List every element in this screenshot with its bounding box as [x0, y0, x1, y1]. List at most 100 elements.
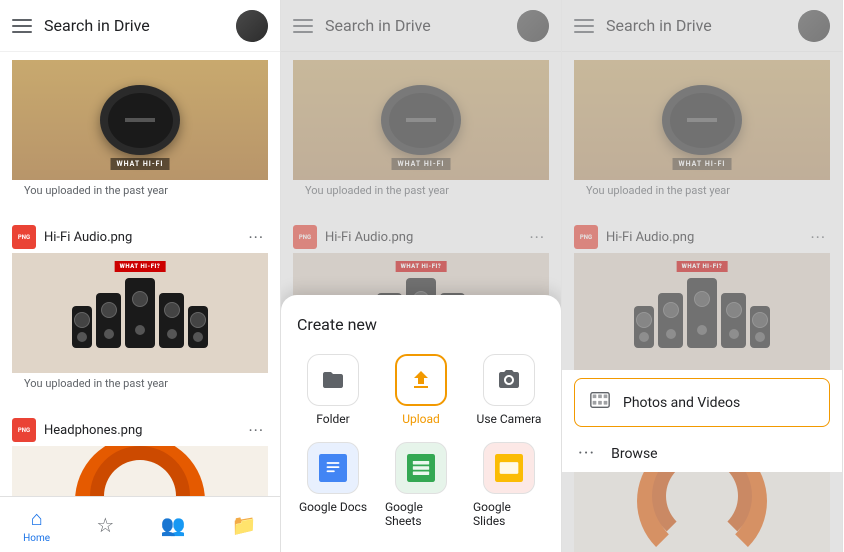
file-meta-hifiaudio-mid: PNG Hi-Fi Audio.png ··· — [293, 217, 549, 253]
speakers-right — [634, 278, 770, 348]
create-folder[interactable]: Folder — [297, 354, 369, 426]
avatar-right[interactable] — [798, 10, 830, 42]
file-card-headphones: PNG Headphones.png ··· + — [0, 402, 280, 496]
file-card-hifiaudio: PNG Hi-Fi Audio.png ··· WHAT HI-FI? — [0, 209, 280, 402]
folder-icon — [321, 368, 345, 392]
file-name-headphones: Headphones.png — [44, 423, 244, 438]
bottom-nav-left: ⌂ Home ☆ 👥 📁 — [0, 496, 280, 552]
avatar[interactable] — [236, 10, 268, 42]
slides-icon-wrap — [483, 442, 535, 494]
cone — [164, 302, 180, 318]
menu-icon-mid[interactable] — [293, 19, 313, 33]
create-camera[interactable]: Use Camera — [473, 354, 545, 426]
cone — [101, 302, 117, 318]
nav-shared[interactable]: 👥 — [153, 509, 194, 541]
create-upload-label: Upload — [402, 412, 440, 426]
browse-label: Browse — [611, 446, 657, 462]
camera-icon — [497, 368, 521, 392]
hifiaudio-caption: You uploaded in the past year — [12, 373, 268, 398]
cone-sm — [104, 329, 114, 339]
slides-icon — [495, 454, 523, 482]
thumb-whathifi-mid: WHAT HI-FI — [293, 60, 549, 180]
browse-dots-icon: ··· — [578, 443, 595, 464]
sheets-icon — [407, 454, 435, 482]
more-menu-hifiaudio-mid[interactable]: ··· — [525, 226, 549, 249]
speakers — [72, 278, 208, 348]
cone-sm — [193, 332, 203, 342]
cone — [190, 312, 206, 328]
panel-middle: Search in Drive WHAT HI-FI You uploaded … — [281, 0, 562, 552]
what-hifi-banner-right: WHAT HI-FI? — [677, 261, 728, 272]
file-name-hifiaudio-right: Hi-Fi Audio.png — [606, 230, 806, 245]
create-camera-label: Use Camera — [477, 412, 542, 426]
hifi-device-right — [662, 85, 742, 155]
speaker-2 — [96, 293, 121, 348]
search-title-right: Search in Drive — [606, 16, 798, 35]
speaker-5 — [188, 306, 208, 348]
create-new-title: Create new — [297, 315, 545, 334]
cone-sm — [77, 332, 87, 342]
file-icon-hifiaudio-mid: PNG — [293, 225, 317, 249]
menu-icon[interactable] — [12, 19, 32, 33]
thumb-hifiaudio-right: WHAT HI-FI? — [574, 253, 830, 373]
header-middle: Search in Drive — [281, 0, 561, 52]
file-card-whathifi-mid: WHAT HI-FI You uploaded in the past year — [281, 52, 561, 209]
home-label: Home — [23, 533, 50, 544]
folder-icon-wrap — [307, 354, 359, 406]
more-menu-headphones[interactable]: ··· — [244, 419, 268, 442]
panel-left: Search in Drive WHAT HI-FI You uploaded … — [0, 0, 281, 552]
speaker-1 — [72, 306, 92, 348]
file-card-whathifi-right: WHAT HI-FI You uploaded in the past year — [562, 52, 842, 209]
hifi-label-right: WHAT HI-FI — [673, 158, 732, 170]
search-title-mid: Search in Drive — [325, 16, 517, 35]
create-slides-label: Google Slides — [473, 500, 545, 528]
more-menu-hifiaudio[interactable]: ··· — [244, 226, 268, 249]
avatar-mid[interactable] — [517, 10, 549, 42]
folder-nav-icon: 📁 — [232, 513, 257, 537]
hifi-device — [100, 85, 180, 155]
caption-mid-1: You uploaded in the past year — [293, 180, 549, 205]
file-icon-headphones: PNG — [12, 418, 36, 442]
create-docs-label: Google Docs — [299, 500, 367, 514]
create-folder-label: Folder — [316, 412, 349, 426]
nav-home[interactable]: ⌂ Home — [15, 502, 58, 548]
photos-icon — [589, 389, 611, 416]
file-card-whathifi: WHAT HI-FI You uploaded in the past year — [0, 52, 280, 209]
file-meta-headphones: PNG Headphones.png ··· — [12, 410, 268, 446]
file-meta-hifiaudio-right: PNG Hi-Fi Audio.png ··· — [574, 217, 830, 253]
what-hifi-banner: WHAT HI-FI? — [115, 261, 166, 272]
sheets-icon-wrap — [395, 442, 447, 494]
panel-right: Search in Drive WHAT HI-FI You uploaded … — [562, 0, 843, 552]
photos-videos-button[interactable]: Photos and Videos — [574, 378, 830, 427]
star-icon: ☆ — [96, 513, 114, 537]
create-new-sheet: Create new Folder Upload — [281, 295, 561, 552]
docs-icon-wrap — [307, 442, 359, 494]
panel-right-content: WHAT HI-FI You uploaded in the past year… — [562, 52, 842, 552]
hifi-device-mid — [381, 85, 461, 155]
header-right: Search in Drive — [562, 0, 842, 52]
upload-icon-wrap — [395, 354, 447, 406]
whathifi-caption: You uploaded in the past year — [12, 180, 268, 205]
thumb-hifiaudio: WHAT HI-FI? — [12, 253, 268, 373]
hifi-label-mid: WHAT HI-FI — [392, 158, 451, 170]
thumb-headphones: + — [12, 446, 268, 496]
create-slides[interactable]: Google Slides — [473, 442, 545, 528]
header-left: Search in Drive — [0, 0, 280, 52]
more-menu-right-hifi[interactable]: ··· — [806, 226, 830, 249]
file-icon-hifiaudio: PNG — [12, 225, 36, 249]
cone-sm — [167, 329, 177, 339]
docs-icon — [319, 454, 347, 482]
create-docs[interactable]: Google Docs — [297, 442, 369, 528]
photos-videos-section: Photos and Videos ··· Browse — [562, 370, 842, 472]
file-name-hifiaudio: Hi-Fi Audio.png — [44, 230, 244, 245]
thumb-whathifi-right: WHAT HI-FI — [574, 60, 830, 180]
nav-files[interactable]: 📁 — [224, 509, 265, 541]
cone — [132, 291, 148, 307]
file-icon-hifiaudio-right: PNG — [574, 225, 598, 249]
cone — [74, 312, 90, 328]
create-upload[interactable]: Upload — [385, 354, 457, 426]
nav-starred[interactable]: ☆ — [88, 509, 122, 541]
menu-icon-right[interactable] — [574, 19, 594, 33]
cone-sm — [135, 325, 145, 335]
create-sheets[interactable]: Google Sheets — [385, 442, 457, 528]
